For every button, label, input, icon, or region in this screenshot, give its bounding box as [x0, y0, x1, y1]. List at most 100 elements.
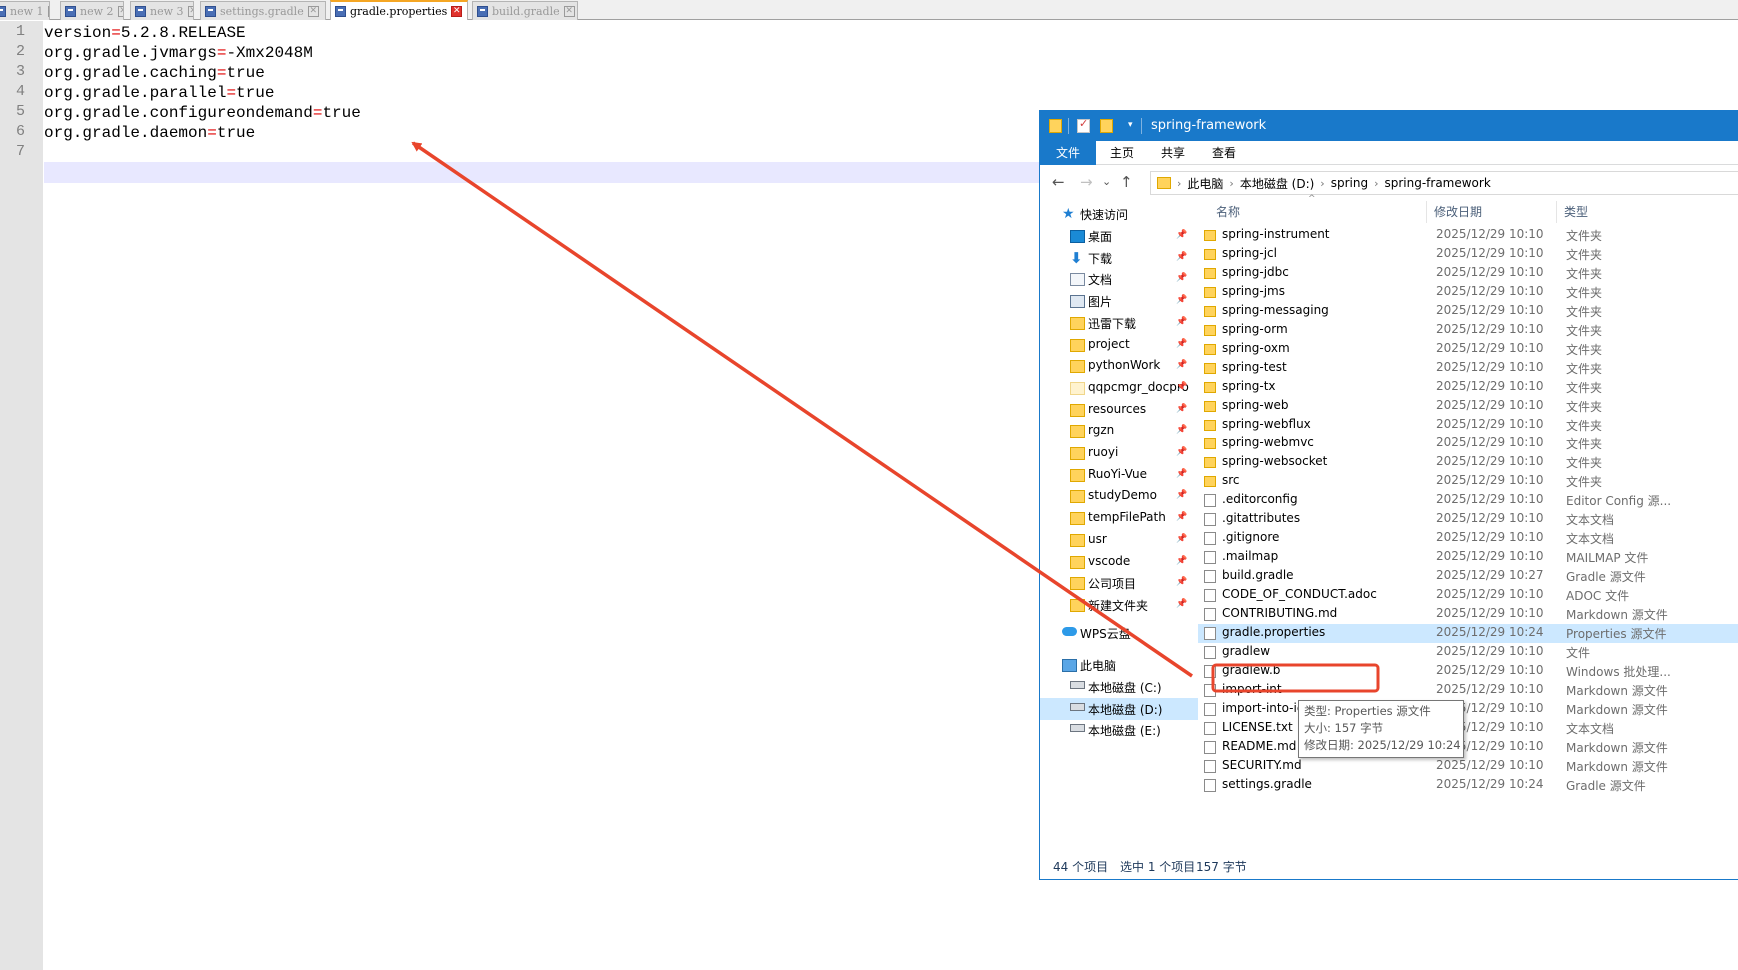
breadcrumb-item[interactable]: 此电脑	[1187, 175, 1223, 192]
file-row[interactable]: README.md 2025/12/29 10:10 Markdown 源文件	[1198, 738, 1738, 757]
editor-tab[interactable]: new 2✕	[60, 1, 124, 20]
breadcrumb-chevron-icon[interactable]: ›	[1229, 177, 1233, 190]
code-line[interactable]: org.gradle.parallel=true	[44, 83, 274, 103]
recent-locations-chevron-icon[interactable]: ⌄	[1102, 174, 1111, 190]
file-row[interactable]: .mailmap 2025/12/29 10:10 MAILMAP 文件	[1198, 548, 1738, 567]
nav-item[interactable]: pythonWork 📌	[1040, 355, 1198, 377]
file-row[interactable]: gradlew 2025/12/29 10:10 文件	[1198, 643, 1738, 662]
file-row[interactable]: .editorconfig 2025/12/29 10:10 Editor Conf…	[1198, 491, 1738, 510]
file-row[interactable]: spring-jdbc 2025/12/29 10:10 文件夹	[1198, 264, 1738, 283]
file-row[interactable]: spring-webflux 2025/12/29 10:10 文件夹	[1198, 416, 1738, 435]
file-row[interactable]: SECURITY.md 2025/12/29 10:10 Markdown 源文件	[1198, 757, 1738, 776]
new-folder-quick-icon[interactable]	[1100, 119, 1113, 133]
nav-item[interactable]: 图片 📌	[1040, 290, 1198, 312]
close-icon[interactable]: ✕	[47, 5, 49, 17]
breadcrumb-chevron-icon[interactable]: ›	[1177, 177, 1181, 190]
close-icon[interactable]: ✕	[307, 5, 319, 17]
nav-item[interactable]: WPS云盘	[1040, 622, 1198, 644]
file-row[interactable]: spring-test 2025/12/29 10:10 文件夹	[1198, 359, 1738, 378]
file-row[interactable]: .gitattributes 2025/12/29 10:10 文本文档	[1198, 510, 1738, 529]
file-row[interactable]: settings.gradle 2025/12/29 10:24 Gradle 源文…	[1198, 776, 1738, 795]
file-row[interactable]: LICENSE.txt 2025/12/29 10:10 文本文档	[1198, 719, 1738, 738]
code-line[interactable]: org.gradle.caching=true	[44, 63, 265, 83]
column-header-date[interactable]: 修改日期	[1434, 201, 1482, 223]
nav-item[interactable]: vscode 📌	[1040, 551, 1198, 573]
file-row[interactable]: spring-web 2025/12/29 10:10 文件夹	[1198, 397, 1738, 416]
customize-toolbar-chevron-icon[interactable]: ▾	[1128, 120, 1133, 130]
column-divider[interactable]	[1556, 201, 1557, 223]
properties-quick-icon[interactable]	[1077, 117, 1090, 133]
column-header-name[interactable]: 名称	[1216, 201, 1240, 223]
file-row[interactable]: spring-instrument 2025/12/29 10:10 文件夹	[1198, 226, 1738, 245]
nav-item[interactable]: tempFilePath 📌	[1040, 507, 1198, 529]
nav-item[interactable]: project 📌	[1040, 334, 1198, 356]
editor-tab[interactable]: build.gradle ✕	[472, 1, 578, 20]
nav-item[interactable]: ★ 快速访问	[1040, 203, 1198, 225]
property-key: org.gradle.configureondemand	[44, 104, 313, 122]
editor-tab[interactable]: settings.gradle ✕	[200, 1, 326, 20]
ribbon-tab-share[interactable]: 共享	[1147, 141, 1199, 165]
forward-arrow-icon[interactable]: →	[1080, 174, 1093, 190]
file-row[interactable]: build.gradle 2025/12/29 10:27 Gradle 源文件	[1198, 567, 1738, 586]
breadcrumb-chevron-icon[interactable]: ›	[1374, 177, 1378, 190]
file-row[interactable]: import-into-idea.md 2025/12/29 10:10 Markd…	[1198, 700, 1738, 719]
close-icon[interactable]: ✕	[117, 5, 123, 17]
nav-item[interactable]: 本地磁盘 (E:)	[1040, 719, 1198, 741]
column-divider[interactable]	[1426, 201, 1427, 223]
nav-item[interactable]: 本地磁盘 (C:)	[1040, 676, 1198, 698]
file-row[interactable]: CONTRIBUTING.md 2025/12/29 10:10 Markdown …	[1198, 605, 1738, 624]
nav-item[interactable]: RuoYi-Vue 📌	[1040, 464, 1198, 486]
file-row[interactable]: gradle.properties 2025/12/29 10:24 Propert…	[1198, 623, 1738, 643]
file-row[interactable]: spring-orm 2025/12/29 10:10 文件夹	[1198, 321, 1738, 340]
file-row[interactable]: gradlew.b 2025/12/29 10:10 Windows 批处理...	[1198, 662, 1738, 681]
nav-item[interactable]: qqpcmgr_docpro 📌	[1040, 377, 1198, 399]
nav-item[interactable]: 此电脑	[1040, 654, 1198, 676]
file-row[interactable]: import-int 2025/12/29 10:10 Markdown 源文件	[1198, 681, 1738, 700]
nav-item[interactable]: rgzn 📌	[1040, 420, 1198, 442]
code-line[interactable]: org.gradle.configureondemand=true	[44, 103, 361, 123]
file-row[interactable]: CODE_OF_CONDUCT.adoc 2025/12/29 10:10 ADOC…	[1198, 586, 1738, 605]
nav-item[interactable]: 本地磁盘 (D:)	[1040, 697, 1198, 720]
ribbon-tab-home[interactable]: 主页	[1096, 141, 1148, 165]
nav-item[interactable]: 公司项目 📌	[1040, 572, 1198, 594]
close-icon[interactable]: ✕	[451, 5, 463, 17]
ribbon-tab-view[interactable]: 查看	[1198, 141, 1250, 165]
back-arrow-icon[interactable]: ←	[1052, 174, 1065, 190]
address-bar[interactable]: › 此电脑 › 本地磁盘 (D:) › spring › spring-framework	[1150, 171, 1738, 195]
file-row[interactable]: src 2025/12/29 10:10 文件夹	[1198, 472, 1738, 491]
nav-item[interactable]: ⬇ 下载 📌	[1040, 247, 1198, 269]
up-arrow-icon[interactable]: ↑	[1120, 174, 1133, 190]
nav-item[interactable]: 新建文件夹 📌	[1040, 594, 1198, 616]
editor-tab[interactable]: new 1✕	[0, 1, 50, 20]
code-line[interactable]: org.gradle.daemon=true	[44, 123, 255, 143]
code-line[interactable]: version=5.2.8.RELEASE	[44, 23, 246, 43]
nav-item[interactable]: 文档 📌	[1040, 268, 1198, 290]
nav-item[interactable]: studyDemo 📌	[1040, 485, 1198, 507]
breadcrumb-item[interactable]: spring-framework	[1384, 176, 1490, 190]
breadcrumb-item[interactable]: 本地磁盘 (D:)	[1240, 175, 1314, 192]
ribbon-tab-file[interactable]: 文件	[1040, 141, 1096, 165]
breadcrumb-chevron-icon[interactable]: ›	[1320, 177, 1324, 190]
file-row[interactable]: spring-jcl 2025/12/29 10:10 文件夹	[1198, 245, 1738, 264]
file-row[interactable]: spring-webmvc 2025/12/29 10:10 文件夹	[1198, 434, 1738, 453]
nav-item[interactable]: ruoyi 📌	[1040, 442, 1198, 464]
file-row[interactable]: spring-websocket 2025/12/29 10:10 文件夹	[1198, 453, 1738, 472]
nav-item[interactable]: resources 📌	[1040, 399, 1198, 421]
close-icon[interactable]: ✕	[563, 5, 575, 17]
file-row[interactable]: spring-tx 2025/12/29 10:10 文件夹	[1198, 378, 1738, 397]
editor-tab[interactable]: gradle.properties ✕	[330, 0, 468, 20]
column-header-type[interactable]: 类型	[1564, 201, 1588, 223]
file-type: 文件夹	[1566, 399, 1603, 414]
file-row[interactable]: spring-messaging 2025/12/29 10:10 文件夹	[1198, 302, 1738, 321]
file-row[interactable]: .gitignore 2025/12/29 10:10 文本文档	[1198, 529, 1738, 548]
editor-tab[interactable]: new 3✕	[130, 1, 194, 20]
nav-item[interactable]: 桌面 📌	[1040, 225, 1198, 247]
close-icon[interactable]: ✕	[187, 5, 193, 17]
breadcrumb-item[interactable]: spring	[1331, 176, 1368, 190]
nav-item[interactable]: 迅雷下载 📌	[1040, 312, 1198, 334]
nav-item[interactable]: usr 📌	[1040, 529, 1198, 551]
code-line[interactable]: org.gradle.jvmargs=-Xmx2048M	[44, 43, 313, 63]
file-row[interactable]: spring-jms 2025/12/29 10:10 文件夹	[1198, 283, 1738, 302]
file-row[interactable]: spring-oxm 2025/12/29 10:10 文件夹	[1198, 340, 1738, 359]
file-modified-date: 2025/12/29 10:10	[1436, 416, 1544, 431]
